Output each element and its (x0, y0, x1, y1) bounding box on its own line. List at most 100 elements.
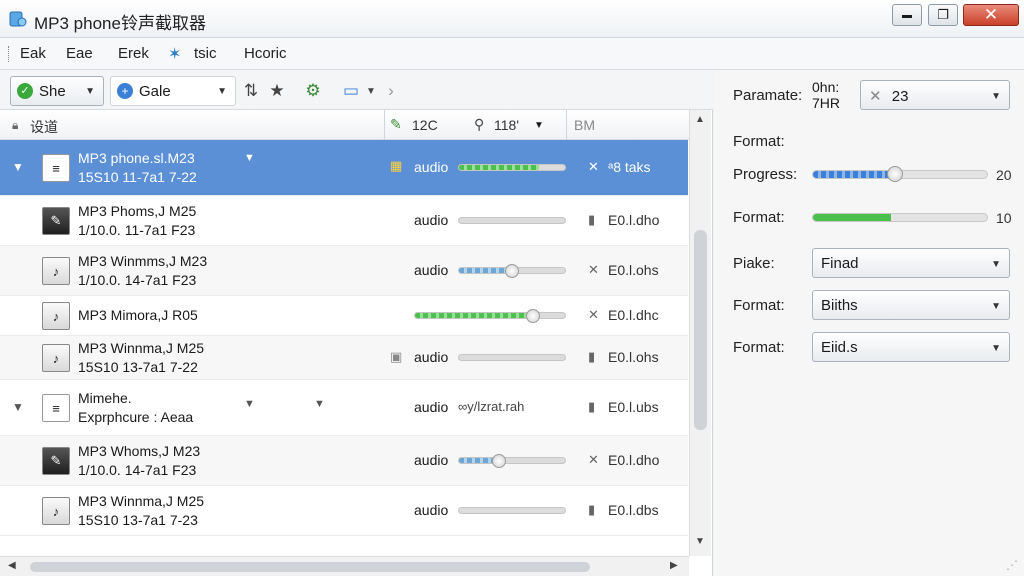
filter-combo-label: She (39, 82, 66, 100)
parameters-panel: Paramate: 0hn: 7HR ✕ 23 ▼ Format: Progre… (714, 70, 1024, 576)
close-button[interactable]: ✕ (963, 4, 1019, 26)
cancel-icon[interactable]: ✕ (588, 262, 599, 278)
progress-knob[interactable] (525, 309, 540, 323)
file-row[interactable]: ♪ MP3 Winnma,J M25 15S10 13-7a1 7-23 audio ▮… (0, 486, 688, 536)
vertical-scroll-thumb[interactable] (694, 230, 707, 430)
sort-icon[interactable]: ⇅ (240, 80, 262, 102)
progress-track[interactable] (458, 507, 566, 514)
chevron-down-icon[interactable]: ▼ (244, 152, 255, 164)
menu-item-2[interactable]: Eae (66, 45, 93, 62)
scroll-up-icon[interactable]: ▲ (695, 114, 705, 125)
cancel-icon[interactable]: ✕ (588, 307, 599, 323)
file-thumbnail-icon: ♪ (42, 344, 70, 372)
check-icon: ✓ (17, 83, 33, 99)
column-size[interactable]: 118' (494, 117, 519, 133)
minimize-button[interactable]: ▬ (892, 4, 922, 26)
file-icon: ▮ (588, 399, 596, 414)
chevron-down-icon[interactable]: ▼ (314, 398, 325, 410)
file-thumbnail-icon: ♪ (42, 497, 70, 525)
file-status: E0.l.dhc (608, 307, 659, 323)
menu-item-5[interactable]: Hcoric (244, 45, 287, 62)
file-row[interactable]: ▼ ≡ MP3 phone.sl.M23 15S10 11-7a1 7-22 ▼ ▦ aud… (0, 140, 688, 196)
file-name: MP3 Mimora,J R05 (78, 307, 198, 323)
chevron-down-icon: ▼ (991, 301, 1001, 312)
progress-track[interactable] (458, 217, 566, 224)
column-name[interactable]: 设道 (30, 117, 58, 137)
piake-combo-value: Finad (821, 255, 859, 272)
format-combo-3[interactable]: Biiths ▼ (812, 290, 1010, 320)
file-thumbnail-icon: ♪ (42, 257, 70, 285)
file-row[interactable]: ✎ MP3 Whoms,J M23 1/10.0. 14-7a1 F23 audio ✕… (0, 436, 688, 486)
piake-label: Piake: (733, 255, 775, 272)
file-row[interactable]: ♪ MP3 Mimora,J R05 ✕ E0.l.dhc (0, 296, 688, 336)
progress-knob[interactable] (492, 454, 507, 468)
title-bar: MP3 phone铃声截取器 ▬ ❐ ✕ (0, 0, 1024, 38)
file-type: audio (414, 159, 449, 175)
progress-track[interactable] (458, 354, 566, 361)
maximize-icon: ❐ (937, 7, 949, 22)
scroll-down-icon[interactable]: ▼ (695, 536, 705, 547)
scroll-left-icon[interactable]: ◀ (8, 560, 16, 571)
format-label-1: Format: (733, 133, 785, 150)
menu-item-4[interactable]: tsic (194, 45, 217, 62)
column-header: 🔒︎ 设道 ✎ 12C ⚲ 118' ▼ BM (0, 110, 690, 140)
file-row[interactable]: ✎ MP3 Phoms,J M25 1/10.0. 11-7a1 F23 audio ▮… (0, 196, 688, 246)
file-thumbnail-icon: ♪ (42, 302, 70, 330)
maximize-button[interactable]: ❐ (928, 4, 958, 26)
file-name: MP3 Winmms,J M23 (78, 253, 208, 269)
file-name: Mimehe. (78, 390, 132, 406)
toolbar: ✓ She ▼ + Gale ▼ ⇅ ★ ⚙ ▭ ▼ › (0, 70, 713, 110)
forward-icon[interactable]: › (380, 80, 402, 102)
file-name: MP3 phone.sl.M23 (78, 150, 195, 166)
file-row[interactable]: ♪ MP3 Winnma,J M25 15S10 13-7a1 7-22 ▣ audio… (0, 336, 688, 380)
progress-knob[interactable] (505, 264, 519, 278)
format-slider-track[interactable] (812, 213, 988, 222)
tools-icon: ✶ (168, 46, 182, 63)
file-row[interactable]: ▼ ≡ Mimehe. Exprphcure : Aeaa ▼ ▼ audio ∞y/lzra… (0, 380, 688, 436)
file-thumbnail-icon: ≡ (42, 394, 70, 422)
resize-grip-icon[interactable]: ⋰ (1006, 558, 1018, 572)
chevron-down-icon: ▼ (991, 343, 1001, 354)
column-status[interactable]: BM (574, 117, 595, 133)
format-combo-4[interactable]: Eiid.s ▼ (812, 332, 1010, 362)
app-icon (9, 11, 27, 27)
horizontal-scrollbar[interactable]: ◀ ▶ (0, 556, 689, 576)
category-combo[interactable]: + Gale ▼ (110, 76, 236, 106)
menu-item-3[interactable]: Erek (118, 45, 149, 62)
piake-combo[interactable]: Finad ▼ (812, 248, 1010, 278)
file-thumbnail-icon: ✎ (42, 447, 70, 475)
format-label-2: Format: (733, 209, 785, 226)
network-icon[interactable]: ⚙ (302, 80, 324, 102)
progress-track[interactable] (458, 164, 566, 171)
cancel-icon[interactable]: ✕ (588, 452, 599, 468)
scroll-right-icon[interactable]: ▶ (670, 560, 678, 571)
file-path: ∞y/lzrat.rah (458, 399, 525, 414)
parameters-info-1: 0hn: (812, 79, 840, 95)
progress-slider-knob[interactable] (886, 166, 903, 182)
horizontal-scroll-thumb[interactable] (30, 562, 590, 572)
format-combo-4-value: Eiid.s (821, 339, 858, 356)
expand-icon[interactable]: ▼ (12, 160, 24, 174)
user-icon: ⚲ (474, 116, 485, 132)
file-row[interactable]: ♪ MP3 Winmms,J M23 1/10.0. 14-7a1 F23 audio… (0, 246, 688, 296)
progress-track[interactable] (458, 457, 566, 464)
progress-track[interactable] (414, 312, 566, 319)
star-icon[interactable]: ★ (266, 80, 288, 102)
expand-icon[interactable]: ▼ (12, 400, 24, 414)
file-type: audio (414, 212, 449, 228)
format-label-4: Format: (733, 339, 785, 356)
chevron-down-icon[interactable]: ▼ (534, 120, 544, 131)
chevron-down-icon[interactable]: ▼ (244, 398, 255, 410)
menu-item-1[interactable]: Eak (20, 45, 46, 62)
column-duration[interactable]: 12C (412, 117, 438, 133)
monitor-dropdown-icon[interactable]: ▼ (360, 80, 382, 102)
cancel-icon[interactable]: ✕ (588, 159, 599, 175)
chevron-down-icon: ▼ (991, 259, 1001, 270)
cross-icon: ✕ (869, 88, 882, 105)
parameter-combo[interactable]: ✕ 23 ▼ (860, 80, 1010, 110)
monitor-icon[interactable]: ▭ (340, 80, 362, 102)
vertical-scrollbar[interactable]: ▲ ▼ (689, 110, 711, 556)
file-thumbnail-icon: ≡ (42, 154, 70, 182)
filter-combo[interactable]: ✓ She ▼ (10, 76, 104, 106)
file-details: Exprphcure : Aeaa (78, 409, 194, 425)
